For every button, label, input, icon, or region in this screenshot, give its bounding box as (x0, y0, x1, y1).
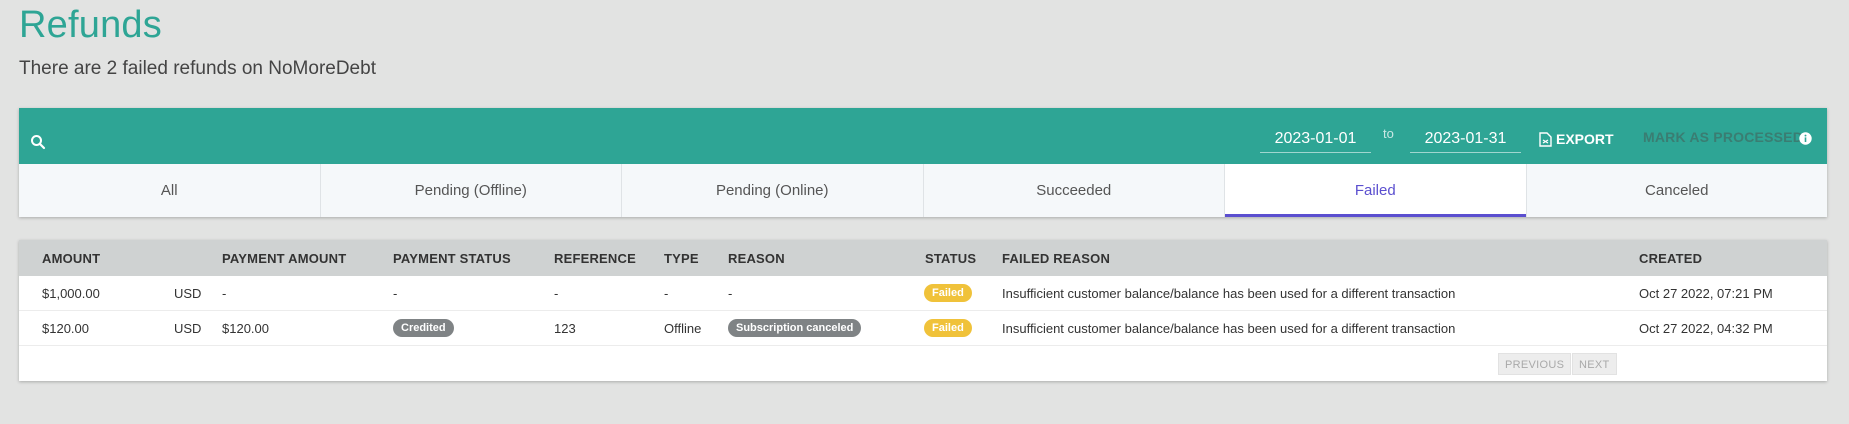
export-button[interactable]: EXPORT (1539, 128, 1614, 150)
page-title: Refunds (19, 4, 162, 46)
column-header-failed-reason[interactable]: FAILED REASON (1002, 251, 1110, 266)
cell-payment-status: - (393, 286, 398, 301)
status-badge: Failed (924, 319, 972, 337)
cell-created: Oct 27 2022, 07:21 PM (1639, 286, 1773, 301)
column-header-status[interactable]: STATUS (925, 251, 976, 266)
cell-currency: USD (174, 286, 202, 301)
cell-type: - (664, 286, 669, 301)
column-header-type[interactable]: TYPE (664, 251, 699, 266)
column-header-created[interactable]: CREATED (1639, 251, 1702, 266)
tab-pending-offline[interactable]: Pending (Offline) (321, 164, 622, 217)
cell-reason: - (728, 286, 733, 301)
export-label: EXPORT (1556, 131, 1614, 147)
refunds-table: AMOUNT PAYMENT AMOUNT PAYMENT STATUS REF… (19, 240, 1827, 381)
date-to-input[interactable]: 2023-01-31 (1410, 125, 1521, 153)
tab-failed[interactable]: Failed (1225, 164, 1527, 217)
cell-payment-amount: $120.00 (222, 321, 269, 336)
column-header-reference[interactable]: REFERENCE (554, 251, 636, 266)
date-from-input[interactable]: 2023-01-01 (1260, 125, 1371, 153)
tab-canceled[interactable]: Canceled (1527, 164, 1828, 217)
table-row[interactable]: $120.00 USD $120.00 Credited 123 Offline… (19, 311, 1827, 346)
cell-created: Oct 27 2022, 04:32 PM (1639, 321, 1773, 336)
search-icon[interactable] (30, 134, 46, 150)
cell-reference: 123 (554, 321, 576, 336)
status-tabs: All Pending (Offline) Pending (Online) S… (19, 164, 1827, 217)
filter-panel: 2023-01-01 to 2023-01-31 EXPORT MARK AS … (19, 108, 1827, 217)
cell-amount: $120.00 (42, 321, 89, 336)
cell-payment-amount: - (222, 286, 227, 301)
table-header: AMOUNT PAYMENT AMOUNT PAYMENT STATUS REF… (19, 240, 1827, 276)
info-icon[interactable] (1799, 132, 1812, 145)
next-page-button[interactable]: NEXT (1572, 353, 1617, 375)
mark-as-processed-button[interactable]: MARK AS PROCESSED (1643, 129, 1803, 145)
cell-currency: USD (174, 321, 202, 336)
column-header-payment-amount[interactable]: PAYMENT AMOUNT (222, 251, 346, 266)
page-subtitle: There are 2 failed refunds on NoMoreDebt (19, 58, 376, 79)
cell-amount: $1,000.00 (42, 286, 100, 301)
toolbar: 2023-01-01 to 2023-01-31 EXPORT MARK AS … (19, 108, 1827, 164)
cell-failed-reason: Insufficient customer balance/balance ha… (1002, 321, 1456, 336)
column-header-payment-status[interactable]: PAYMENT STATUS (393, 251, 511, 266)
cell-reference: - (554, 286, 559, 301)
date-range-separator: to (1383, 126, 1394, 141)
tab-succeeded[interactable]: Succeeded (924, 164, 1225, 217)
cell-failed-reason: Insufficient customer balance/balance ha… (1002, 286, 1456, 301)
cell-type: Offline (664, 321, 702, 336)
reason-badge: Subscription canceled (728, 319, 862, 337)
status-badge: Failed (924, 284, 972, 302)
table-row[interactable]: $1,000.00 USD - - - - - Failed Insuffici… (19, 276, 1827, 311)
tab-all[interactable]: All (19, 164, 321, 217)
payment-status-badge: Credited (393, 319, 454, 337)
tab-pending-online[interactable]: Pending (Online) (622, 164, 924, 217)
column-header-amount[interactable]: AMOUNT (42, 251, 100, 266)
column-header-reason[interactable]: REASON (728, 251, 785, 266)
file-export-icon (1539, 131, 1552, 147)
previous-page-button[interactable]: PREVIOUS (1498, 353, 1572, 375)
